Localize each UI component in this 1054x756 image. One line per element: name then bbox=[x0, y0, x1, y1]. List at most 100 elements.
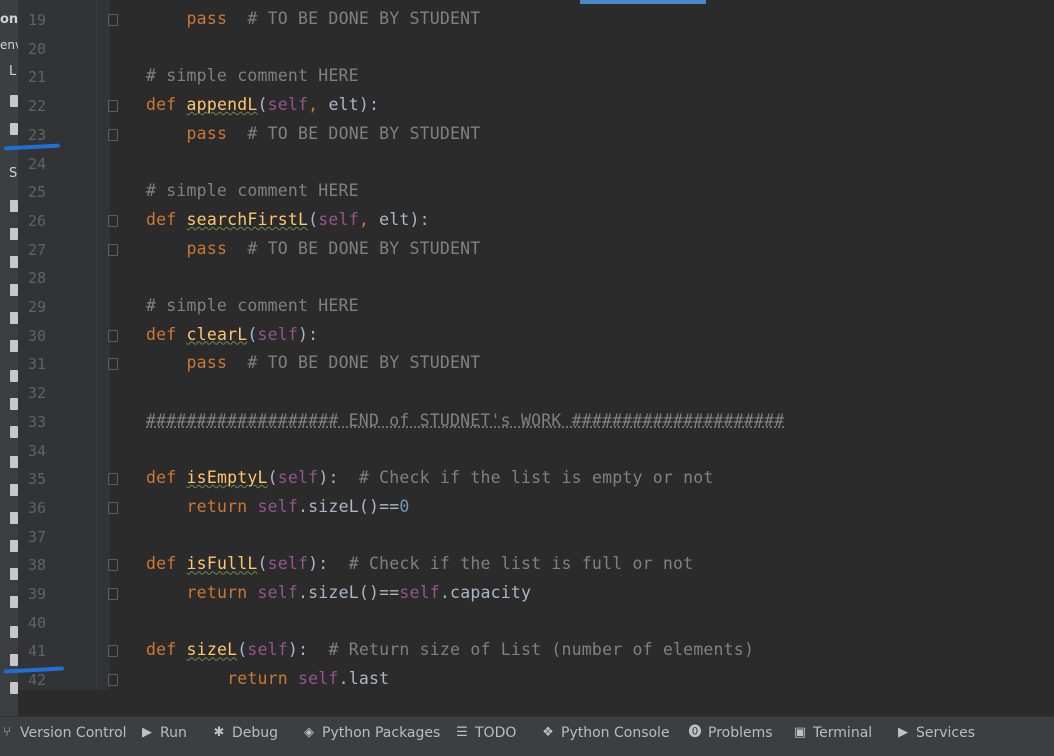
code-line[interactable]: # simple comment HERE bbox=[146, 296, 359, 315]
code-editor[interactable]: pass # TO BE DONE BY STUDENT # simple com… bbox=[112, 0, 1054, 690]
code-token: return bbox=[186, 583, 258, 602]
toolwindow-button-run[interactable]: ▶ Run bbox=[140, 725, 187, 741]
code-token: ( bbox=[257, 95, 268, 115]
code-token: appendL bbox=[186, 95, 258, 115]
line-number: 23 bbox=[28, 125, 47, 144]
file-icon[interactable] bbox=[10, 340, 18, 352]
code-line[interactable]: def appendL(self, elt): bbox=[146, 95, 379, 114]
file-icon[interactable] bbox=[10, 426, 18, 438]
line-number: 35 bbox=[28, 470, 47, 489]
code-token: # simple comment HERE bbox=[146, 296, 359, 315]
file-icon[interactable] bbox=[10, 312, 18, 324]
file-icon[interactable] bbox=[10, 654, 18, 666]
tool-window-bar: ⑂ Version Control ▶ Run ✱ Debug ◈ Python Packag… bbox=[0, 716, 1054, 749]
code-line[interactable]: def isFullL(self): # Check if the list i… bbox=[146, 554, 693, 573]
code-line[interactable]: def searchFirstL(self, elt): bbox=[146, 210, 430, 229]
code-line[interactable]: pass # TO BE DONE BY STUDENT bbox=[146, 239, 481, 258]
code-line[interactable]: def isEmptyL(self): # Check if the list … bbox=[146, 468, 714, 487]
file-icon[interactable] bbox=[10, 123, 18, 135]
file-icon[interactable] bbox=[10, 682, 18, 694]
code-line[interactable]: ################### END of STUDNET's WOR… bbox=[146, 411, 784, 430]
toolwindow-label: Debug bbox=[232, 725, 279, 741]
toolwindow-label: Version Control bbox=[20, 725, 127, 741]
code-token: self bbox=[267, 554, 309, 574]
code-token: .last bbox=[338, 669, 390, 689]
file-icon[interactable] bbox=[10, 228, 18, 240]
toolwindow-label: TODO bbox=[475, 725, 517, 741]
file-icon[interactable] bbox=[10, 512, 18, 524]
list-icon: ☰ bbox=[456, 725, 468, 740]
project-panel-strip[interactable]: on env L S bbox=[0, 0, 22, 716]
file-icon[interactable] bbox=[10, 398, 18, 410]
run-icon: ▶ bbox=[142, 725, 152, 740]
code-token: pass bbox=[186, 9, 228, 28]
line-number: 33 bbox=[28, 412, 47, 431]
toolwindow-button-terminal[interactable]: ▣ Terminal bbox=[793, 725, 872, 741]
code-token: # Return size of List (number of element… bbox=[308, 640, 755, 660]
file-icon[interactable] bbox=[10, 200, 18, 212]
toolwindow-button-problems[interactable]: ⓿ Problems bbox=[688, 725, 773, 741]
line-number: 26 bbox=[28, 211, 47, 230]
toolwindow-button-version-control[interactable]: ⑂ Version Control bbox=[0, 725, 127, 741]
code-line[interactable]: # simple comment HERE bbox=[146, 181, 359, 200]
toolwindow-label: Problems bbox=[708, 725, 773, 741]
file-icon[interactable] bbox=[10, 626, 18, 638]
bug-icon: ✱ bbox=[213, 725, 225, 740]
toolwindow-button-services[interactable]: ▶ Services bbox=[896, 725, 975, 741]
file-icon[interactable] bbox=[10, 596, 18, 608]
line-number: 41 bbox=[28, 642, 47, 661]
line-number: 42 bbox=[28, 671, 47, 690]
code-token: ################### END of STUDNET's WOR… bbox=[146, 410, 785, 430]
code-token: pass bbox=[186, 123, 228, 143]
code-token: elt): bbox=[328, 95, 380, 115]
toolwindow-button-todo[interactable]: ☰ TODO bbox=[455, 725, 516, 741]
line-number: 40 bbox=[28, 613, 47, 632]
code-token: def bbox=[146, 209, 187, 229]
file-icon[interactable] bbox=[10, 284, 18, 296]
code-token: self bbox=[257, 583, 299, 602]
file-icon[interactable] bbox=[10, 540, 18, 552]
file-icon[interactable] bbox=[10, 568, 18, 580]
code-token: self bbox=[257, 324, 299, 344]
code-token: .sizeL()== bbox=[298, 583, 400, 602]
code-line[interactable]: def sizeL(self): # Return size of List (… bbox=[146, 640, 754, 659]
code-token: elt): bbox=[379, 209, 430, 229]
file-icon[interactable] bbox=[10, 256, 18, 268]
code-line[interactable]: return self.sizeL()==0 bbox=[146, 497, 410, 516]
code-token: # Check if the list is empty or not bbox=[338, 468, 714, 488]
code-token: sizeL bbox=[186, 640, 238, 660]
file-icon[interactable] bbox=[10, 95, 18, 107]
warning-icon: ⓿ bbox=[688, 725, 702, 740]
code-token: .sizeL()== bbox=[298, 496, 400, 516]
line-number: 24 bbox=[28, 154, 47, 173]
line-number: 32 bbox=[28, 384, 47, 403]
code-token: def bbox=[146, 640, 187, 660]
code-token: return bbox=[227, 669, 299, 689]
line-number: 31 bbox=[28, 355, 47, 374]
code-line[interactable]: pass # TO BE DONE BY STUDENT bbox=[146, 353, 481, 372]
toolwindow-label: Python Console bbox=[561, 725, 670, 741]
toolwindow-label: Services bbox=[916, 725, 976, 741]
toolwindow-button-debug[interactable]: ✱ Debug bbox=[212, 725, 279, 741]
code-line[interactable]: return self.last bbox=[146, 669, 389, 688]
code-line[interactable]: pass # TO BE DONE BY STUDENT bbox=[146, 123, 481, 143]
file-icon[interactable] bbox=[10, 484, 18, 496]
file-icon[interactable] bbox=[10, 370, 18, 382]
toolwindow-button-python-console[interactable]: ❖ Python Console bbox=[541, 725, 670, 741]
code-token: ( bbox=[237, 640, 248, 660]
horizontal-scroll-indicator[interactable] bbox=[580, 0, 706, 4]
code-line[interactable]: pass # TO BE DONE BY STUDENT bbox=[146, 9, 481, 28]
line-number: 25 bbox=[28, 183, 47, 202]
code-token: ( bbox=[308, 209, 319, 229]
code-token: , bbox=[358, 209, 380, 229]
code-line[interactable]: def clearL(self): bbox=[146, 325, 318, 344]
toolwindow-button-python-packages[interactable]: ◈ Python Packages bbox=[302, 725, 440, 741]
file-icon[interactable] bbox=[10, 456, 18, 468]
code-line[interactable]: # simple comment HERE bbox=[146, 66, 359, 85]
code-token: self bbox=[298, 669, 339, 689]
code-line[interactable]: return self.sizeL()==self.capacity bbox=[146, 583, 531, 602]
code-token: ): bbox=[308, 554, 329, 574]
